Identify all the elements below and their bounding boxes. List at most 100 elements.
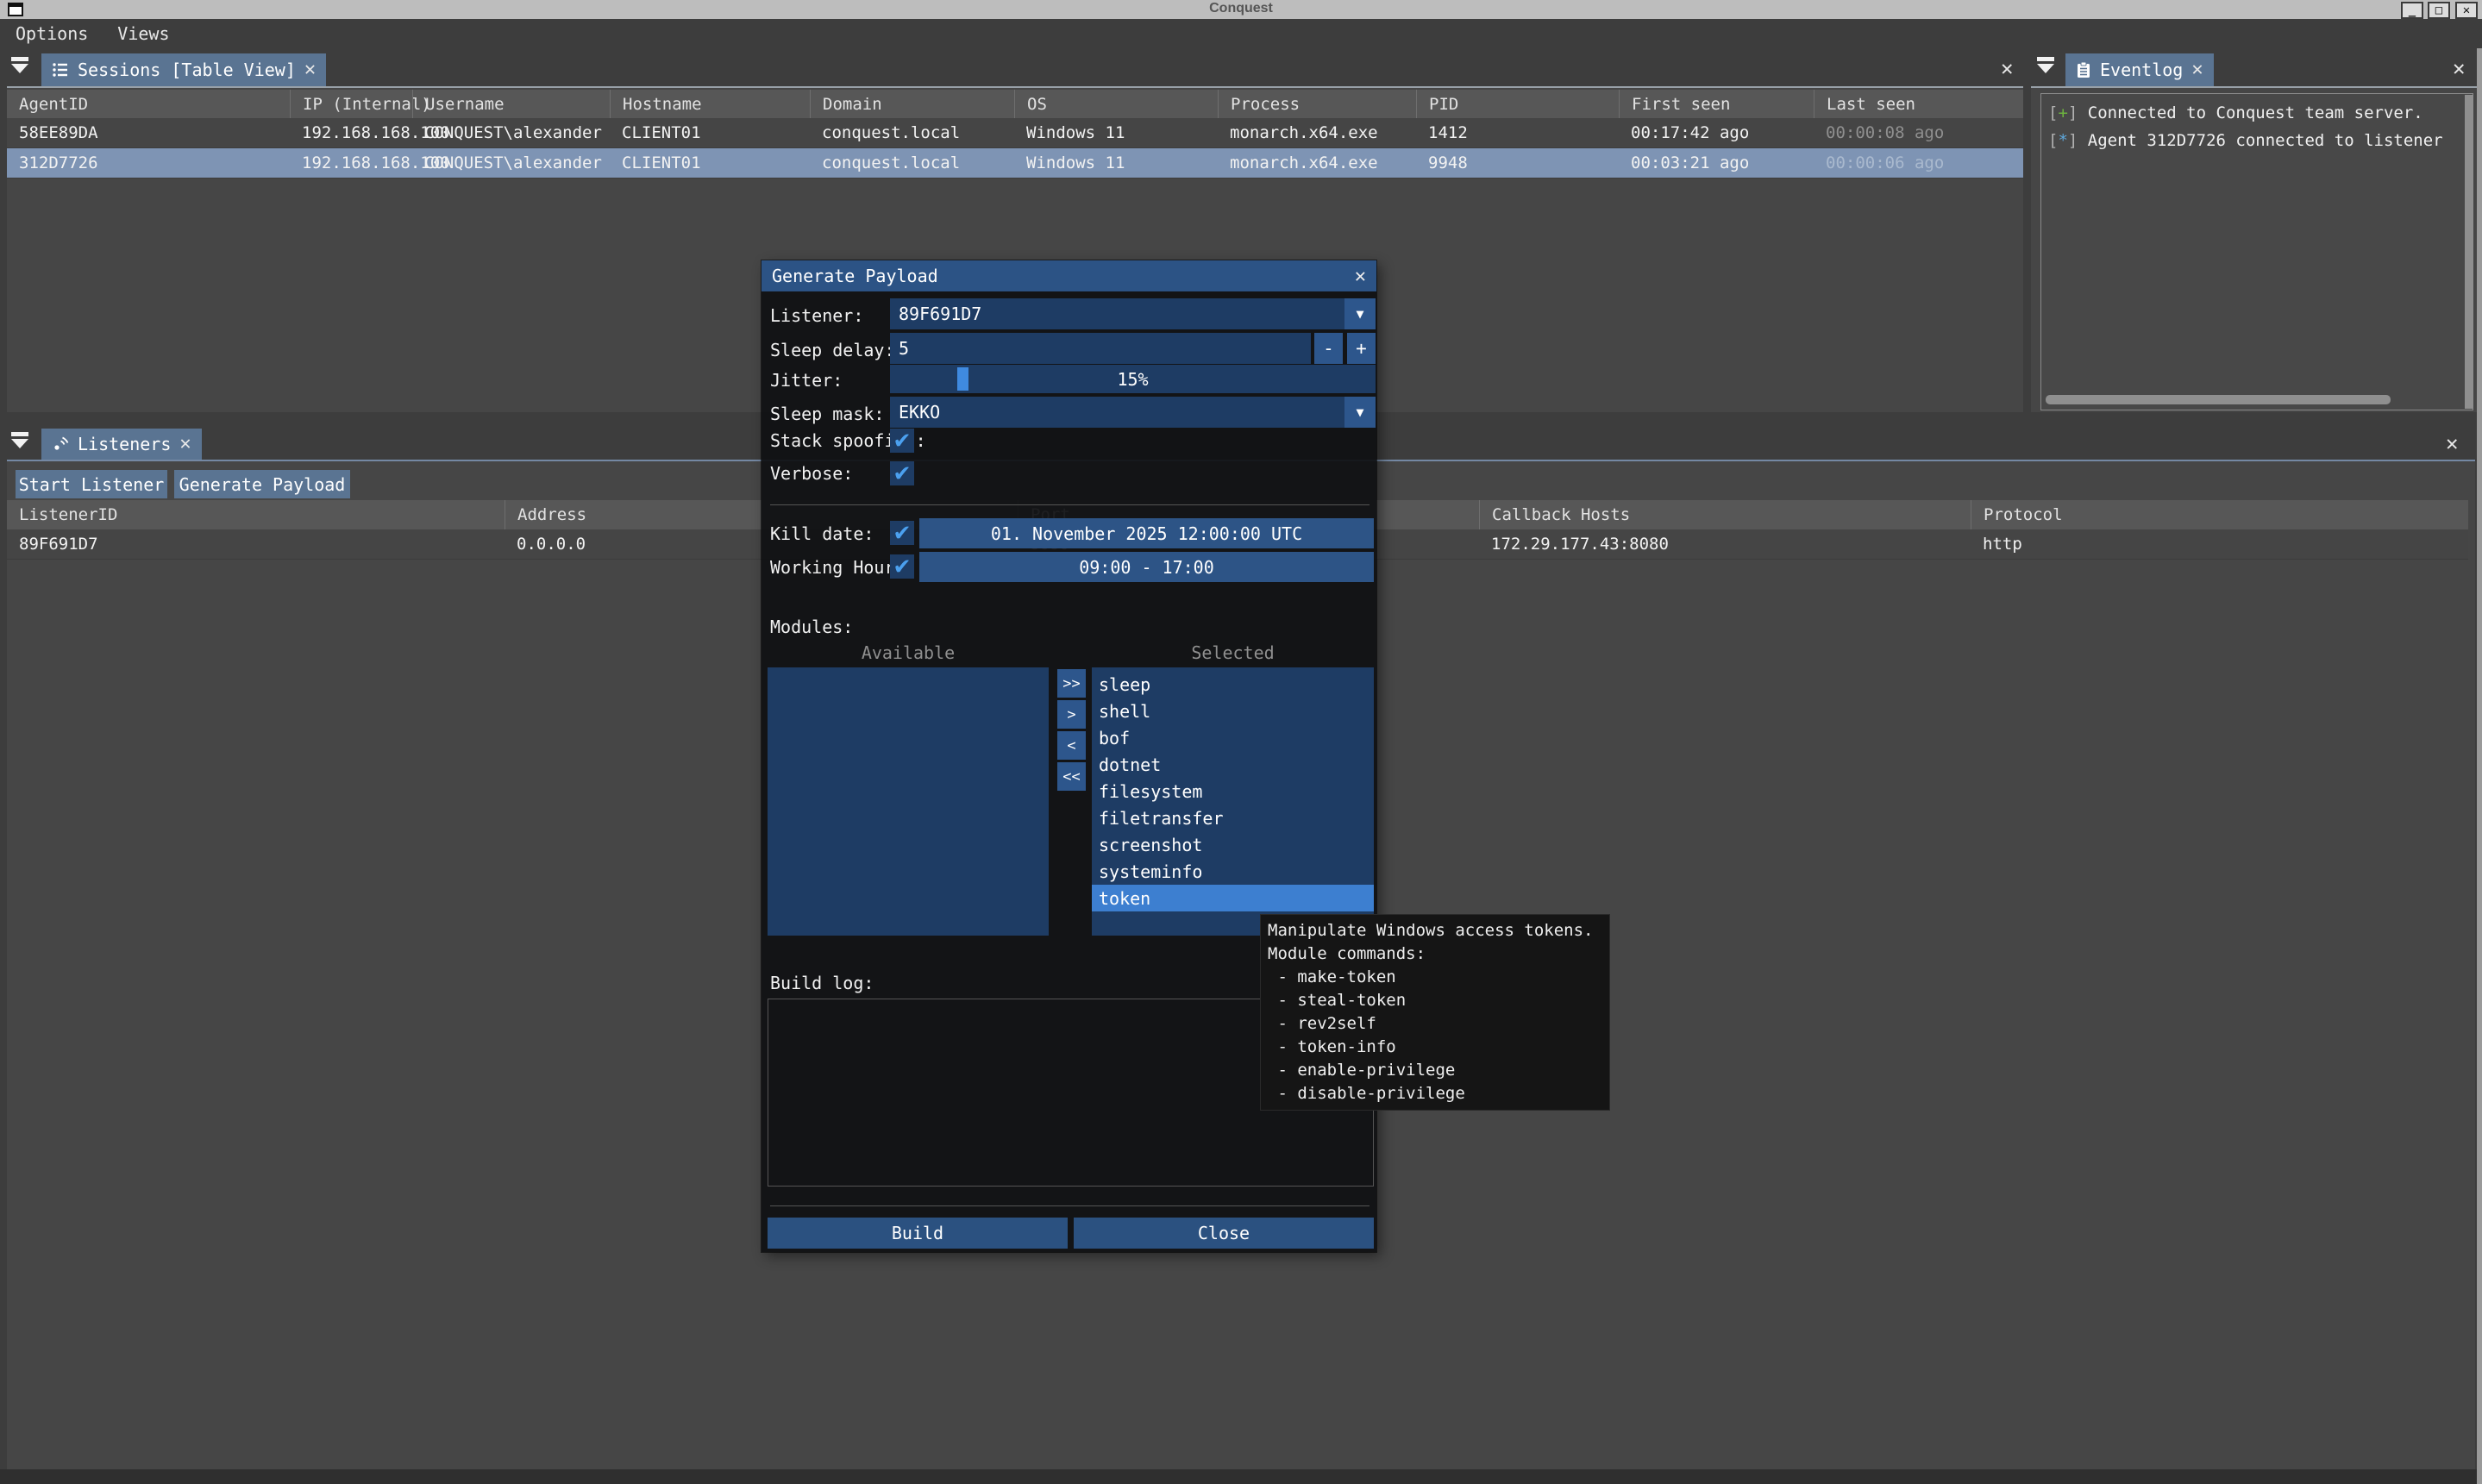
available-modules-listbox[interactable] [768,667,1049,936]
kill-date-label: Kill date: [770,523,874,544]
working-hours-checkbox[interactable]: ✔ [890,554,914,579]
module-item[interactable]: filetransfer [1092,805,1374,831]
column-header[interactable]: Domain [810,90,1014,118]
kill-date-field[interactable]: 01. November 2025 12:00:00 UTC [919,518,1374,548]
dialog-separator-bottom [770,1205,1369,1206]
table-cell: 192.168.168.100 [290,123,412,142]
eventlog-panel-close-icon[interactable]: ✕ [2453,58,2465,78]
minimize-button[interactable]: _ [2401,2,2423,19]
stack-spoofing-checkbox[interactable]: ✔ [890,429,914,453]
move-right-button[interactable]: > [1057,700,1086,729]
module-item[interactable]: filesystem [1092,778,1374,805]
sessions-dock-menu-icon[interactable] [9,57,31,78]
module-item[interactable]: screenshot [1092,831,1374,858]
sleep-delay-input[interactable]: 5 [890,333,1311,364]
sleep-mask-dropdown-arrow-icon[interactable]: ▼ [1344,397,1376,428]
sleep-mask-dropdown[interactable]: EKKO ▼ [890,397,1376,428]
listener-dropdown[interactable]: 89F691D7 ▼ [890,298,1376,329]
module-item[interactable]: token [1092,885,1374,911]
verbose-checkbox[interactable]: ✔ [890,461,914,485]
table-list-icon [52,61,69,78]
tab-listeners-label: Listeners [78,434,171,454]
close-window-button[interactable]: ✕ [2455,2,2478,19]
log-text: Agent 312D7726 connected to listener [2088,131,2443,150]
tab-sessions-label: Sessions [Table View] [78,59,296,80]
eventlog-dock-menu-icon[interactable] [2034,57,2057,78]
module-item[interactable]: systeminfo [1092,858,1374,885]
sleep-delay-increment-button[interactable]: + [1347,333,1376,364]
column-header[interactable]: Hostname [610,90,810,118]
eventlog-tab-underline [2031,86,2477,88]
tab-listeners[interactable]: Listeners ✕ [41,429,202,460]
generate-payload-button[interactable]: Generate Payload [174,470,350,498]
tab-sessions[interactable]: Sessions [Table View] ✕ [41,53,326,86]
table-cell: 58EE89DA [7,123,290,142]
listeners-panel-close-icon[interactable]: ✕ [2446,433,2458,454]
table-cell: conquest.local [810,123,1014,142]
column-header[interactable]: Protocol [1971,500,2468,529]
module-item[interactable]: dotnet [1092,751,1374,778]
module-item[interactable]: sleep [1092,671,1374,698]
column-header[interactable]: Username [412,90,610,118]
sleep-delay-decrement-button[interactable]: - [1314,333,1343,364]
move-all-left-button[interactable]: << [1057,762,1086,791]
selected-modules-listbox[interactable]: sleepshellbofdotnetfilesystemfiletransfe… [1092,667,1374,936]
column-header[interactable]: AgentID [7,90,290,118]
session-row[interactable]: 312D7726192.168.168.100CONQUEST\alexande… [7,148,2023,178]
eventlog-horizontal-scrollbar[interactable] [2046,395,2391,404]
maximize-button[interactable]: □ [2428,2,2450,19]
dialog-close-icon[interactable]: ✕ [1355,266,1366,287]
session-row[interactable]: 58EE89DA192.168.168.100CONQUEST\alexande… [7,118,2023,148]
table-cell: 9948 [1416,153,1619,172]
eventlog-output[interactable]: [+] Connected to Conquest team server.[*… [2040,93,2473,410]
table-cell: 312D7726 [7,153,290,172]
column-header[interactable]: Callback Hosts [1479,500,1971,529]
tab-eventlog-close-icon[interactable]: ✕ [2191,60,2203,79]
column-header[interactable]: Last seen [1814,90,2023,118]
listeners-dock-menu-icon[interactable] [9,432,31,453]
log-bracket: [ [2048,131,2058,150]
table-cell: monarch.x64.exe [1218,153,1416,172]
table-cell: 00:17:42 ago [1619,123,1814,142]
sessions-table-header[interactable]: AgentIDIP (Internal)UsernameHostnameDoma… [7,90,2023,118]
column-header[interactable]: IP (Internal) [290,90,412,118]
menu-options[interactable]: Options [16,23,88,44]
start-listener-button[interactable]: Start Listener [16,470,167,498]
tab-sessions-close-icon[interactable]: ✕ [304,60,316,79]
table-cell: 192.168.168.100 [290,153,412,172]
dialog-titlebar[interactable]: Generate Payload ✕ [762,260,1376,291]
move-all-right-button[interactable]: >> [1057,669,1086,698]
column-header[interactable]: ListenerID [7,500,505,529]
table-cell: http [1971,535,2468,554]
sleep-mask-label: Sleep mask: [770,404,884,424]
tab-listeners-close-icon[interactable]: ✕ [179,435,191,454]
module-item[interactable]: shell [1092,698,1374,724]
move-left-button[interactable]: < [1057,731,1086,760]
tab-eventlog[interactable]: Eventlog ✕ [2065,53,2214,86]
listener-dropdown-arrow-icon[interactable]: ▼ [1344,298,1376,329]
module-item[interactable]: bof [1092,724,1374,751]
column-header[interactable]: OS [1014,90,1218,118]
sessions-panel-close-icon[interactable]: ✕ [2001,58,2013,78]
column-header[interactable]: Process [1218,90,1416,118]
jitter-slider[interactable]: 15% [890,365,1376,393]
jitter-value: 15% [890,365,1376,393]
table-cell: 00:03:21 ago [1619,153,1814,172]
log-text: Connected to Conquest team server. [2088,103,2423,122]
listener-label: Listener: [770,305,863,326]
tooltip-line: Manipulate Windows access tokens. [1268,919,1602,942]
eventlog-vertical-scrollbar[interactable] [2465,95,2473,409]
table-cell: CLIENT01 [610,123,810,142]
menu-views[interactable]: Views [117,23,169,44]
build-button[interactable]: Build [768,1218,1068,1249]
app-window: Conquest _ □ ✕ Options Views Sessions [T… [0,0,2482,1484]
titlebar: Conquest _ □ ✕ [0,0,2482,19]
log-symbol: + [2058,103,2067,122]
working-hours-field[interactable]: 09:00 - 17:00 [919,552,1374,582]
column-header[interactable]: First seen [1619,90,1814,118]
kill-date-checkbox[interactable]: ✔ [890,521,914,545]
close-button[interactable]: Close [1074,1218,1374,1249]
sessions-tab-underline [7,86,2023,88]
column-header[interactable]: PID [1416,90,1619,118]
table-cell: CLIENT01 [610,153,810,172]
